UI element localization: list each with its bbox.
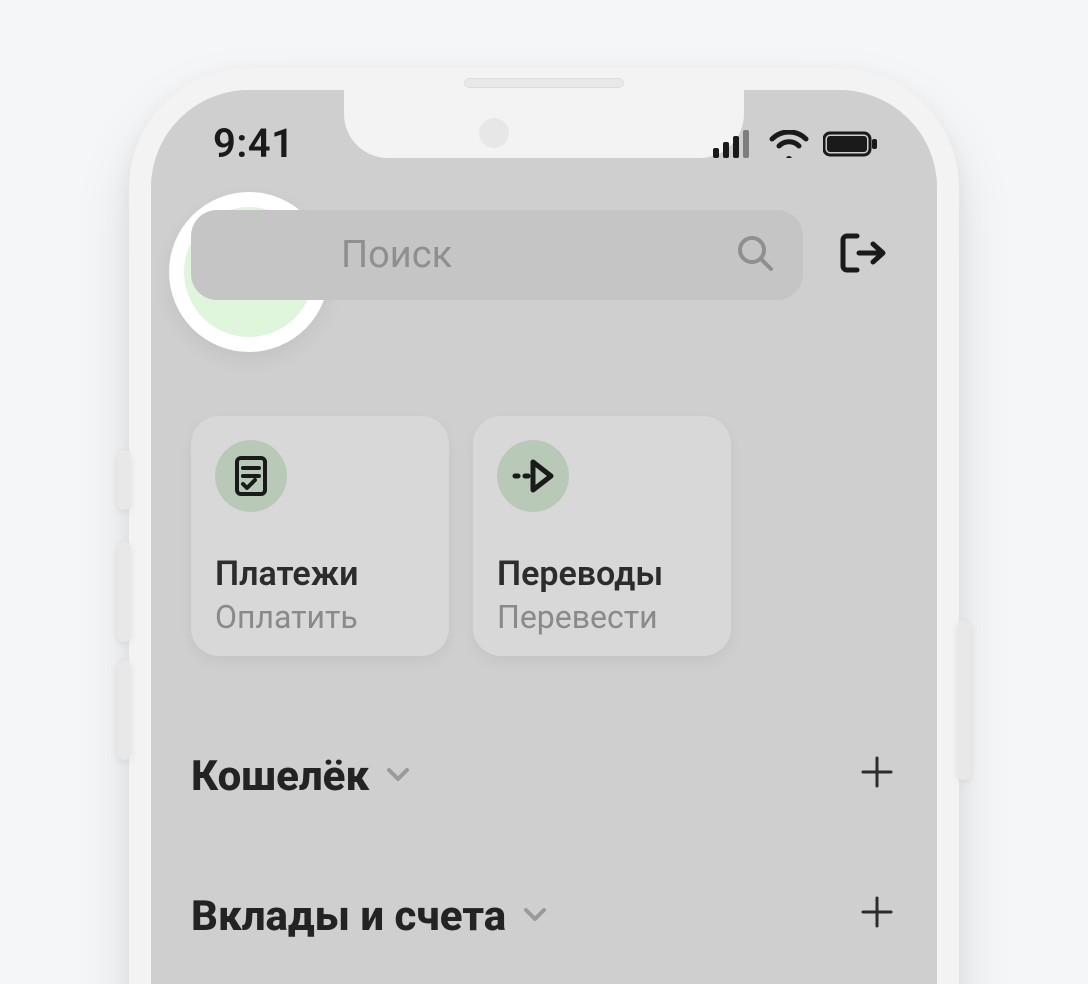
transfers-card[interactable]: Переводы Перевести	[473, 416, 731, 656]
logout-button[interactable]	[827, 220, 897, 290]
section-title: Кошелёк	[191, 752, 369, 801]
phone-frame: 9:41	[129, 68, 959, 984]
chevron-down-icon	[385, 761, 411, 791]
accounts-section-header[interactable]: Вклады и счета	[191, 846, 897, 984]
phone-side-button	[957, 620, 971, 780]
card-subtitle: Оплатить	[215, 598, 425, 636]
status-time: 9:41	[213, 114, 294, 167]
quick-actions-row: Платежи Оплатить Переводы Перевести	[151, 416, 937, 656]
card-title: Переводы	[497, 554, 707, 594]
card-subtitle: Перевести	[497, 598, 707, 636]
wallet-section-header[interactable]: Кошелёк	[191, 706, 897, 846]
document-icon	[215, 440, 287, 512]
status-bar: 9:41	[151, 90, 937, 190]
logout-icon	[837, 228, 887, 282]
app-header: Поиск	[151, 196, 937, 356]
phone-speaker	[464, 78, 624, 88]
sections-list: Кошелёк Вклады и счета	[151, 706, 937, 984]
add-wallet-button[interactable]	[857, 752, 897, 800]
chevron-down-icon	[522, 901, 548, 931]
status-icons	[713, 122, 879, 158]
wifi-icon	[769, 130, 809, 158]
search-placeholder: Поиск	[341, 233, 721, 277]
battery-icon	[823, 130, 879, 158]
cellular-signal-icon	[713, 130, 755, 158]
card-title: Платежи	[215, 554, 425, 594]
arrow-right-icon	[497, 440, 569, 512]
section-title: Вклады и счета	[191, 892, 506, 941]
search-row: Поиск	[191, 210, 897, 300]
phone-side-button	[117, 660, 131, 760]
phone-side-button	[117, 450, 131, 510]
search-input[interactable]: Поиск	[191, 210, 803, 300]
app-screen: 9:41	[151, 90, 937, 984]
payments-card[interactable]: Платежи Оплатить	[191, 416, 449, 656]
stage: 9:41	[0, 0, 1088, 984]
add-account-button[interactable]	[857, 892, 897, 940]
phone-side-button	[117, 542, 131, 642]
search-icon	[735, 233, 775, 277]
